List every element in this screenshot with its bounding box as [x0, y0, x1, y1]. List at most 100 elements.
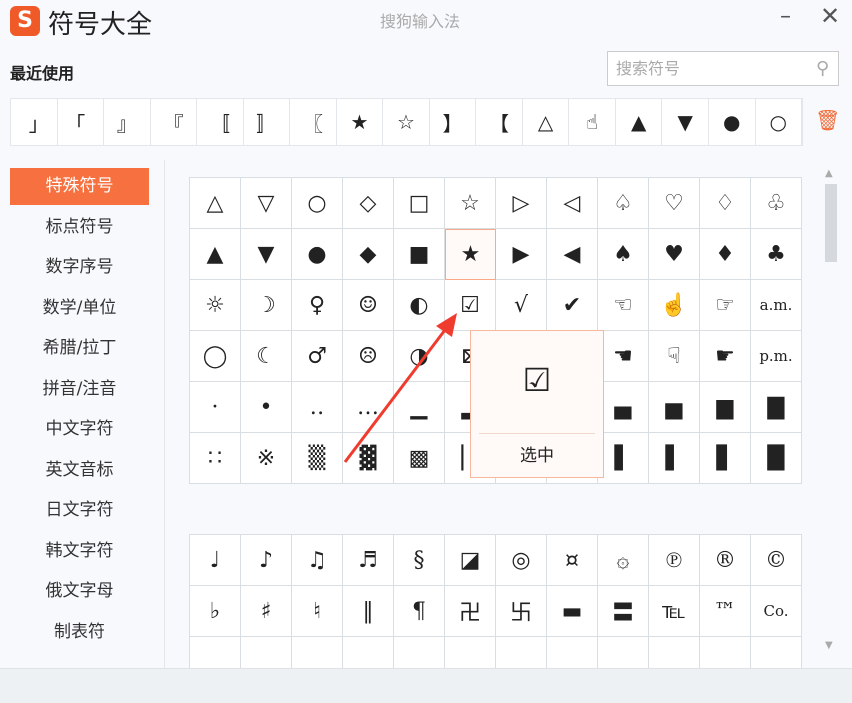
symbol-cell[interactable]: ■	[394, 229, 445, 280]
search-icon[interactable]: ⚲	[816, 58, 838, 79]
symbol-cell[interactable]: ♮	[292, 586, 343, 637]
symbol-cell[interactable]: ▶	[496, 229, 547, 280]
recent-symbol[interactable]: 〚	[197, 99, 244, 145]
search-input[interactable]	[616, 59, 816, 78]
sidebar-item[interactable]: 中文字符	[10, 411, 149, 448]
symbol-cell[interactable]: ℗	[649, 535, 700, 586]
symbol-cell[interactable]: ☺	[343, 280, 394, 331]
recent-symbol[interactable]: ｢	[58, 99, 105, 145]
symbol-cell[interactable]: ♡	[649, 178, 700, 229]
symbol-cell[interactable]: ▷	[496, 178, 547, 229]
symbol-cell[interactable]	[649, 637, 700, 668]
symbol-cell[interactable]: ☹	[343, 331, 394, 382]
symbol-cell[interactable]: ○	[292, 178, 343, 229]
sidebar-item[interactable]: 制表符	[10, 614, 149, 651]
recent-symbol[interactable]: ○	[756, 99, 803, 145]
symbol-cell[interactable]: ♂	[292, 331, 343, 382]
symbol-cell[interactable]: ◇	[343, 178, 394, 229]
symbol-cell[interactable]: ™	[700, 586, 751, 637]
symbol-cell[interactable]: ۞	[598, 535, 649, 586]
symbol-cell[interactable]: ◯	[190, 331, 241, 382]
symbol-cell[interactable]: Co.	[751, 586, 802, 637]
symbol-cell[interactable]: ¶	[394, 586, 445, 637]
symbol-cell[interactable]: ®	[700, 535, 751, 586]
search-box[interactable]: ⚲	[607, 51, 839, 86]
symbol-cell[interactable]: ▌	[598, 433, 649, 484]
symbol-cell[interactable]: ∷	[190, 433, 241, 484]
symbol-cell[interactable]: ★	[445, 229, 496, 280]
symbol-cell[interactable]: ☟	[649, 331, 700, 382]
symbol-cell[interactable]: ☝	[649, 280, 700, 331]
symbol-cell[interactable]: ♦	[700, 229, 751, 280]
recent-symbol[interactable]: ｣	[11, 99, 58, 145]
symbol-cell[interactable]: ▓	[343, 433, 394, 484]
symbol-cell[interactable]	[598, 637, 649, 668]
symbol-cell[interactable]: ●	[292, 229, 343, 280]
recent-symbol[interactable]: ★	[337, 99, 384, 145]
symbol-cell[interactable]: ▅	[649, 382, 700, 433]
recent-symbol[interactable]: 』	[104, 99, 151, 145]
symbol-cell[interactable]: ♥	[649, 229, 700, 280]
recent-symbol[interactable]: ☆	[383, 99, 430, 145]
scroll-up-icon[interactable]: ▲	[825, 168, 833, 179]
recent-symbol[interactable]: ▲	[616, 99, 663, 145]
recent-symbol[interactable]: 『	[151, 99, 198, 145]
scrollbar-thumb[interactable]	[825, 184, 837, 262]
close-button[interactable]: ✕	[820, 2, 840, 30]
symbol-cell[interactable]: ▩	[394, 433, 445, 484]
symbol-cell[interactable]: ▽	[241, 178, 292, 229]
symbol-cell[interactable]	[343, 637, 394, 668]
sidebar-item[interactable]: 英文音标	[10, 452, 149, 489]
recent-symbol[interactable]: ▼	[662, 99, 709, 145]
symbol-cell[interactable]: ♬	[343, 535, 394, 586]
symbol-cell[interactable]: 卐	[496, 586, 547, 637]
recent-symbol[interactable]: 】	[430, 99, 477, 145]
recent-symbol[interactable]: 〖	[290, 99, 337, 145]
symbol-cell[interactable]: ☜	[598, 280, 649, 331]
symbol-cell[interactable]: ◆	[343, 229, 394, 280]
scrollbar[interactable]: ▲ ▼	[822, 166, 840, 656]
symbol-cell[interactable]: □	[394, 178, 445, 229]
symbol-cell[interactable]: ♯	[241, 586, 292, 637]
symbol-cell[interactable]: ♫	[292, 535, 343, 586]
symbol-cell[interactable]: ※	[241, 433, 292, 484]
symbol-cell[interactable]: ◪	[445, 535, 496, 586]
recent-symbol[interactable]: △	[523, 99, 570, 145]
sidebar-item[interactable]: 俄文字母	[10, 573, 149, 610]
symbol-cell[interactable]: ♧	[751, 178, 802, 229]
symbol-cell[interactable]: a.m.	[751, 280, 802, 331]
recent-symbol[interactable]: 【	[476, 99, 523, 145]
symbol-cell[interactable]: ☑	[445, 280, 496, 331]
symbol-cell[interactable]: 〓	[598, 586, 649, 637]
recent-symbol[interactable]: 〛	[244, 99, 291, 145]
symbol-cell[interactable]	[190, 637, 241, 668]
symbol-cell[interactable]: ‖	[343, 586, 394, 637]
symbol-cell[interactable]: ♤	[598, 178, 649, 229]
sidebar-item[interactable]: 日文字符	[10, 492, 149, 529]
symbol-cell[interactable]	[445, 637, 496, 668]
symbol-cell[interactable]: ¤	[547, 535, 598, 586]
sidebar-item[interactable]: 希腊/拉丁	[10, 330, 149, 367]
scroll-down-icon[interactable]: ▼	[825, 640, 833, 651]
symbol-cell[interactable]: ♀	[292, 280, 343, 331]
recent-symbol[interactable]: ●	[709, 99, 756, 145]
symbol-cell[interactable]: ‥	[292, 382, 343, 433]
symbol-cell[interactable]: 卍	[445, 586, 496, 637]
symbol-cell[interactable]: √	[496, 280, 547, 331]
symbol-cell[interactable]: …	[343, 382, 394, 433]
symbol-cell[interactable]: ◑	[394, 331, 445, 382]
symbol-cell[interactable]: §	[394, 535, 445, 586]
symbol-cell[interactable]: ▄	[598, 382, 649, 433]
symbol-cell[interactable]: ·	[190, 382, 241, 433]
symbol-cell[interactable]: ☛	[700, 331, 751, 382]
symbol-cell[interactable]: •	[241, 382, 292, 433]
symbol-cell[interactable]: ℡	[649, 586, 700, 637]
symbol-cell[interactable]: ☞	[700, 280, 751, 331]
symbol-cell[interactable]: ✔	[547, 280, 598, 331]
symbol-cell[interactable]: ▼	[241, 229, 292, 280]
symbol-cell[interactable]: ▋	[700, 433, 751, 484]
symbol-cell[interactable]: ▆	[700, 382, 751, 433]
symbol-cell[interactable]: ▬	[547, 586, 598, 637]
symbol-cell[interactable]: ▌	[649, 433, 700, 484]
symbol-cell[interactable]: ♢	[700, 178, 751, 229]
